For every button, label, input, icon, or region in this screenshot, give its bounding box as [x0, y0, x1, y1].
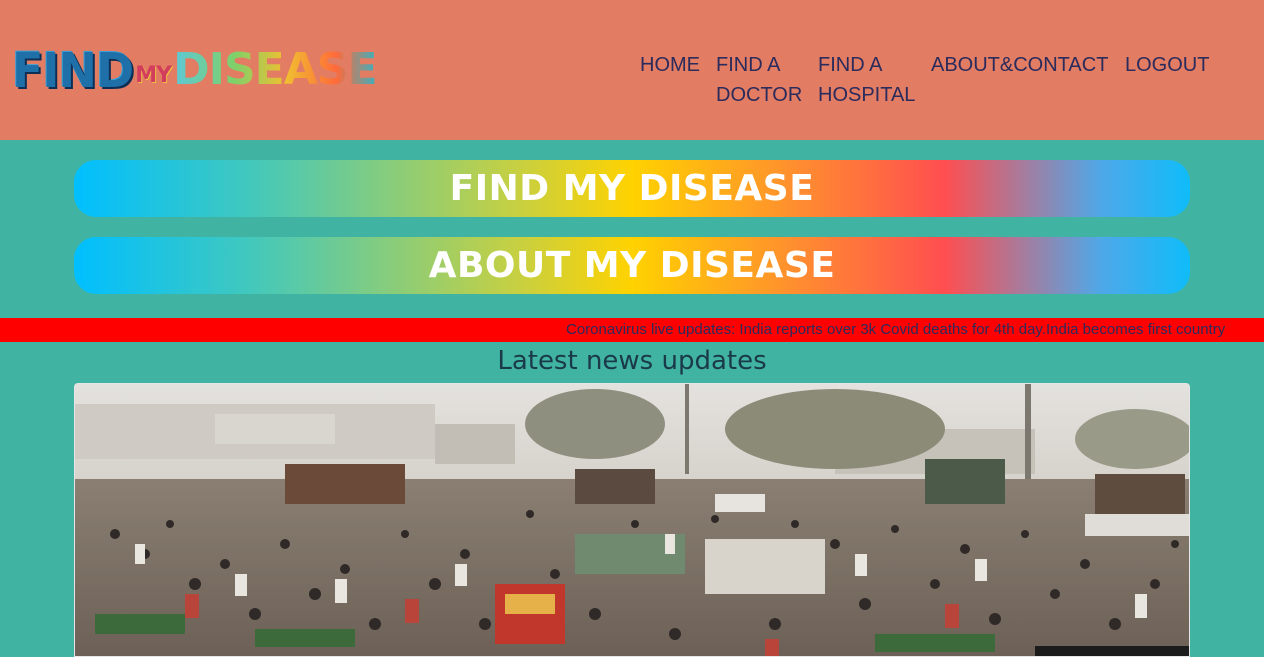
nav-home-link[interactable]: HOME: [640, 50, 710, 80]
news-image[interactable]: [74, 383, 1190, 657]
ticker-text: Coronavirus live updates: India reports …: [566, 321, 1226, 338]
find-my-disease-button[interactable]: FIND MY DISEASE: [74, 160, 1190, 217]
nav-logout-link[interactable]: LOGOUT: [1125, 50, 1225, 80]
nav-about-contact-link[interactable]: ABOUT&CONTACT: [931, 50, 1121, 80]
news-heading: Latest news updates: [497, 346, 767, 376]
nav-find-doctor-link[interactable]: FIND A DOCTOR: [716, 50, 816, 110]
logo-part-my: MY: [135, 63, 172, 88]
site-header: FIND MY DISEASE HOME FIND A DOCTOR FIND …: [0, 0, 1264, 140]
logo-part-find: FIND: [12, 41, 134, 99]
logo[interactable]: FIND MY DISEASE: [12, 40, 378, 99]
crowded-market-photo-icon: [75, 384, 1189, 656]
news-ticker: Coronavirus live updates: India reports …: [0, 318, 1264, 342]
logo-part-disease: DISEASE: [173, 44, 377, 95]
about-my-disease-button[interactable]: ABOUT MY DISEASE: [74, 237, 1190, 294]
nav-find-hospital-link[interactable]: FIND A HOSPITAL: [818, 50, 928, 110]
